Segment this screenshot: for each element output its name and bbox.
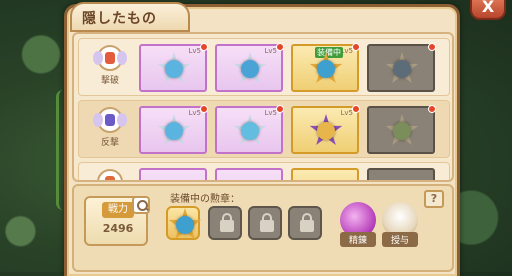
- category-emblem-icon: [97, 169, 123, 180]
- medal-slot[interactable]: Lv5: [139, 43, 208, 92]
- medal-slot[interactable]: 装備中 Lv5: [291, 43, 360, 92]
- medal-slot[interactable]: [291, 168, 359, 180]
- locked-slot[interactable]: [288, 206, 322, 240]
- notification-dot: [276, 43, 284, 51]
- lock-icon: [220, 213, 234, 232]
- medal-slot[interactable]: [139, 168, 207, 180]
- locked-slot[interactable]: [208, 206, 242, 240]
- medal-slot[interactable]: [215, 168, 283, 180]
- category-label: 反撃: [100, 138, 119, 148]
- notification-dot: [200, 105, 208, 113]
- gold-medal-icon: [309, 114, 343, 148]
- locked-slot[interactable]: [248, 206, 282, 240]
- category-badge: [85, 167, 135, 180]
- locked-medal-slot[interactable]: [367, 105, 436, 154]
- medal-slot[interactable]: Lv5: [215, 105, 284, 154]
- locked-medal-slot[interactable]: [367, 168, 435, 180]
- notification-dot: [428, 43, 436, 51]
- category-label: 撃破: [100, 76, 119, 86]
- search-icon[interactable]: [132, 196, 150, 214]
- lock-icon: [260, 213, 274, 232]
- gold-medal-icon: [168, 208, 202, 242]
- medal-slot[interactable]: Lv5: [139, 105, 208, 154]
- notification-dot: [276, 105, 284, 113]
- medal-slot[interactable]: Lv5: [291, 105, 360, 154]
- close-button[interactable]: X: [470, 0, 506, 20]
- gift-label: 授与: [382, 232, 418, 247]
- gold-medal-icon: [309, 52, 343, 86]
- silver-medal-icon: [233, 52, 267, 86]
- help-button[interactable]: ?: [424, 190, 444, 208]
- notification-dot: [200, 43, 208, 51]
- silver-medal-icon: [233, 114, 267, 148]
- silver-medal-icon: [157, 52, 191, 86]
- medal-slot[interactable]: Lv5: [215, 43, 284, 92]
- power-label: 戦力: [102, 202, 134, 218]
- panel-title: 隠したもの: [82, 11, 157, 27]
- locked-medal-slot[interactable]: [367, 43, 436, 92]
- locked-medal-icon: [385, 114, 419, 148]
- refine-label: 精錬: [340, 232, 376, 247]
- attack-emblem-icon: [93, 45, 127, 71]
- counter-emblem-icon: [93, 107, 127, 133]
- locked-medal-icon: [385, 52, 419, 86]
- category-badge: 撃破: [85, 43, 135, 93]
- power-value: 2496: [102, 222, 134, 235]
- equipped-label: 装備中の勲章：: [170, 194, 240, 205]
- medal-grid: 撃破 Lv5 Lv5 装備中 Lv5 反撃 Lv5 Lv5 Lv5: [72, 32, 454, 182]
- medal-row: 撃破 Lv5 Lv5 装備中 Lv5: [78, 38, 450, 96]
- silver-medal-icon: [157, 114, 191, 148]
- equipped-medal-slot[interactable]: [166, 206, 202, 242]
- category-badge: 反撃: [85, 105, 135, 155]
- lock-icon: [300, 213, 314, 232]
- medal-row: [78, 162, 450, 180]
- notification-dot: [352, 105, 360, 113]
- notification-dot: [428, 105, 436, 113]
- notification-dot: [352, 43, 360, 51]
- medal-row: 反撃 Lv5 Lv5 Lv5: [78, 100, 450, 158]
